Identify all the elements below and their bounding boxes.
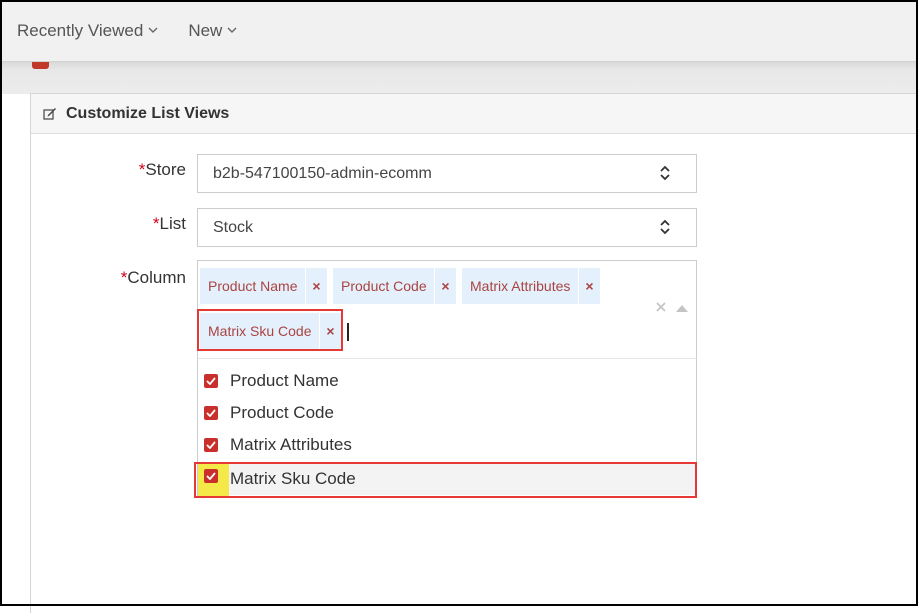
panel-header: Customize List Views — [31, 94, 918, 134]
dropdown-option[interactable]: Product Code — [198, 397, 696, 429]
remove-tag-icon[interactable]: × — [305, 268, 327, 304]
dropdown-option-label: Product Name — [230, 371, 339, 390]
dropdown-option[interactable]: Matrix Sku Code — [198, 463, 696, 495]
new-label: New — [188, 20, 223, 40]
strip-tab-marker — [32, 62, 49, 69]
column-tag: Product Code × — [333, 268, 456, 304]
remove-tag-icon[interactable]: × — [319, 313, 341, 349]
store-label: *Store — [66, 160, 186, 180]
column-multiselect[interactable]: Product Name × Product Code × Matrix Att… — [197, 260, 697, 358]
panel-title: Customize List Views — [66, 104, 230, 122]
collapse-arrow-icon[interactable] — [676, 305, 688, 312]
recently-viewed-menu[interactable]: Recently Viewed — [17, 21, 158, 41]
header-strip — [0, 62, 918, 94]
dropdown-option-label: Matrix Sku Code — [230, 469, 356, 488]
checkbox-checked-icon[interactable] — [204, 374, 218, 388]
dropdown-option-label: Product Code — [230, 403, 334, 422]
column-label-text: Column — [127, 268, 186, 287]
top-nav: Recently Viewed New — [0, 0, 918, 62]
dropdown-option-label: Matrix Attributes — [230, 435, 352, 454]
column-tag: Product Name × — [200, 268, 327, 304]
checkbox-checked-icon[interactable] — [204, 406, 218, 420]
recently-viewed-label: Recently Viewed — [17, 20, 144, 40]
column-tag: Matrix Sku Code × — [200, 313, 341, 349]
new-menu[interactable]: New — [188, 21, 237, 41]
remove-tag-icon[interactable]: × — [434, 268, 456, 304]
column-tag-label: Product Code — [341, 278, 427, 294]
list-label: *List — [66, 214, 186, 234]
column-tag-label: Product Name — [208, 278, 298, 294]
list-select[interactable]: Stock — [197, 208, 697, 247]
checkbox-checked-icon[interactable] — [204, 469, 218, 483]
list-select-value: Stock — [213, 218, 254, 236]
select-arrows-icon — [660, 165, 670, 181]
dropdown-option[interactable]: Product Name — [198, 365, 696, 397]
chevron-down-icon — [148, 27, 158, 33]
store-select[interactable]: b2b-547100150-admin-ecomm — [197, 154, 697, 193]
column-tag: Matrix Attributes × — [462, 268, 600, 304]
required-mark: * — [152, 214, 160, 233]
select-arrows-icon — [660, 219, 670, 235]
dropdown-option[interactable]: Matrix Attributes — [198, 429, 696, 461]
column-dropdown: Product Name Product Code Matrix Attribu… — [197, 358, 697, 498]
edit-icon — [43, 108, 56, 120]
column-tag-label: Matrix Attributes — [470, 278, 571, 294]
store-label-text: Store — [145, 160, 186, 179]
text-caret — [347, 323, 349, 341]
store-select-value: b2b-547100150-admin-ecomm — [213, 164, 432, 182]
remove-tag-icon[interactable]: × — [578, 268, 600, 304]
column-label: *Column — [66, 268, 186, 288]
chevron-down-icon — [227, 27, 237, 33]
checkbox-checked-icon[interactable] — [204, 438, 218, 452]
list-label-text: List — [159, 214, 186, 233]
column-tag-label: Matrix Sku Code — [208, 323, 312, 339]
clear-all-icon[interactable] — [656, 302, 666, 312]
